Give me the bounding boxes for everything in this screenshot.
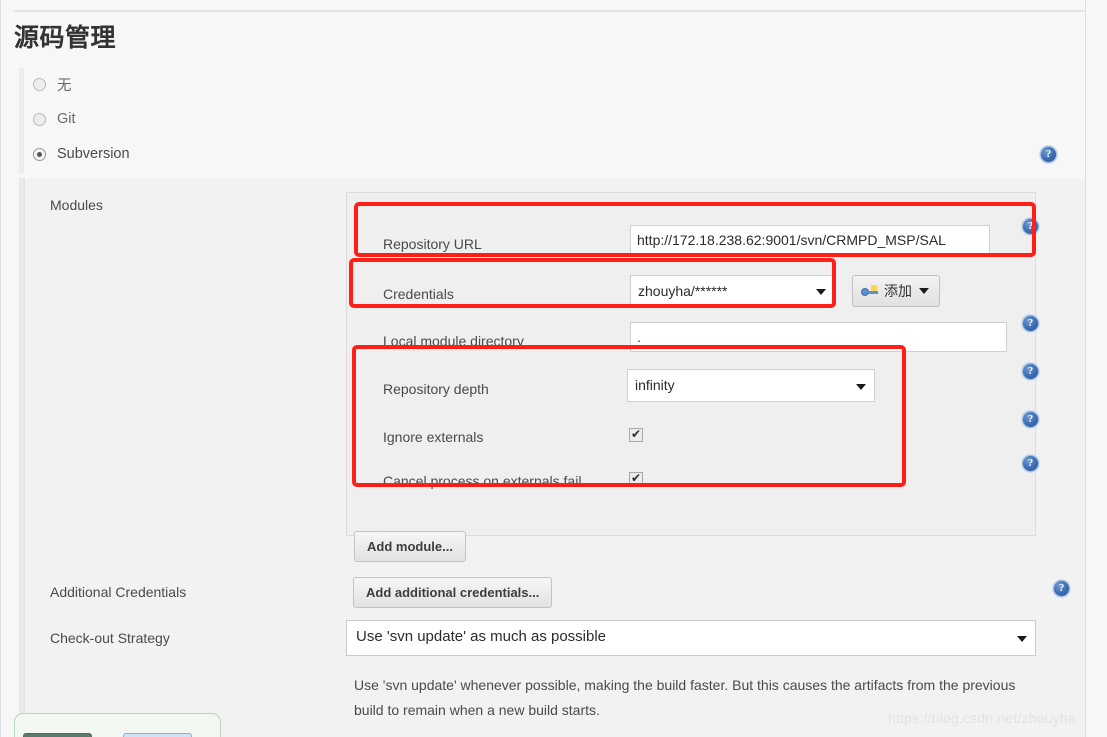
ignore-externals-checkbox[interactable]	[629, 426, 643, 442]
page-right-border	[1085, 0, 1086, 737]
local-module-directory-label: Local module directory	[383, 333, 524, 349]
scm-option-subversion[interactable]: Subversion	[33, 143, 130, 165]
page-left-border	[0, 0, 1, 737]
help-icon[interactable]	[1040, 146, 1057, 163]
checkout-strategy-value: Use 'svn update' as much as possible	[356, 628, 607, 645]
chevron-down-icon	[1017, 636, 1027, 642]
scm-option-label: 无	[57, 77, 72, 94]
help-icon[interactable]	[1053, 580, 1070, 597]
repository-depth-select[interactable]: infinity	[627, 369, 875, 402]
green-panel-button-primary[interactable]	[23, 733, 92, 737]
cancel-process-externals-fail-label: Cancel process on externals fail	[383, 473, 582, 489]
credentials-select[interactable]: zhouyha/******	[630, 275, 835, 307]
chevron-down-icon	[919, 288, 929, 294]
watermark: https://blog.csdn.net/zhouyha	[888, 710, 1076, 726]
section-stripe-inner	[24, 178, 25, 737]
help-icon[interactable]	[1022, 315, 1039, 332]
page-root: 源码管理 无 Git Subversion Modules Repository…	[0, 0, 1107, 737]
add-additional-credentials-button[interactable]: Add additional credentials...	[353, 577, 553, 608]
radio-selected-icon[interactable]	[33, 147, 46, 161]
repository-depth-value: infinity	[635, 377, 675, 393]
cancel-process-externals-fail-checkbox[interactable]	[629, 470, 643, 486]
add-credentials-button[interactable]: 添加	[852, 275, 940, 307]
scm-option-label: Subversion	[57, 146, 130, 162]
modules-panel: Repository URL http://172.18.238.62:9001…	[346, 192, 1036, 536]
local-module-directory-input[interactable]: .	[630, 322, 1007, 352]
checkout-strategy-label: Check-out Strategy	[50, 630, 170, 646]
credentials-value: zhouyha/******	[638, 283, 728, 299]
page-title: 源码管理	[14, 24, 117, 52]
ignore-externals-label: Ignore externals	[383, 429, 484, 445]
chevron-down-icon	[856, 383, 866, 390]
modules-label: Modules	[50, 197, 103, 213]
scm-settings-area: Modules Repository URL http://172.18.238…	[19, 178, 1085, 737]
section-stripe	[19, 68, 24, 173]
help-icon[interactable]	[1022, 411, 1039, 428]
help-icon[interactable]	[1022, 218, 1039, 235]
green-panel-button-secondary[interactable]	[123, 733, 192, 737]
additional-credentials-label: Additional Credentials	[50, 584, 187, 600]
repository-url-label: Repository URL	[383, 236, 482, 252]
help-icon[interactable]	[1022, 455, 1039, 472]
credentials-label: Credentials	[383, 286, 454, 302]
repository-url-input[interactable]: http://172.18.238.62:9001/svn/CRMPD_MSP/…	[630, 225, 990, 255]
scm-radio-group: 无 Git Subversion	[19, 68, 1079, 173]
radio-icon[interactable]	[33, 77, 46, 91]
top-divider	[14, 10, 1086, 12]
scm-option-git[interactable]: Git	[33, 108, 76, 130]
add-credentials-label: 添加	[884, 283, 912, 299]
repository-depth-label: Repository depth	[383, 381, 489, 397]
key-icon	[861, 285, 879, 297]
chevron-down-icon	[816, 289, 826, 295]
scm-option-none[interactable]: 无	[33, 73, 72, 95]
checkout-strategy-select[interactable]: Use 'svn update' as much as possible	[346, 620, 1036, 656]
add-module-button[interactable]: Add module...	[354, 531, 466, 562]
scm-option-label: Git	[57, 111, 76, 127]
radio-icon[interactable]	[33, 112, 46, 126]
help-icon[interactable]	[1022, 363, 1039, 380]
